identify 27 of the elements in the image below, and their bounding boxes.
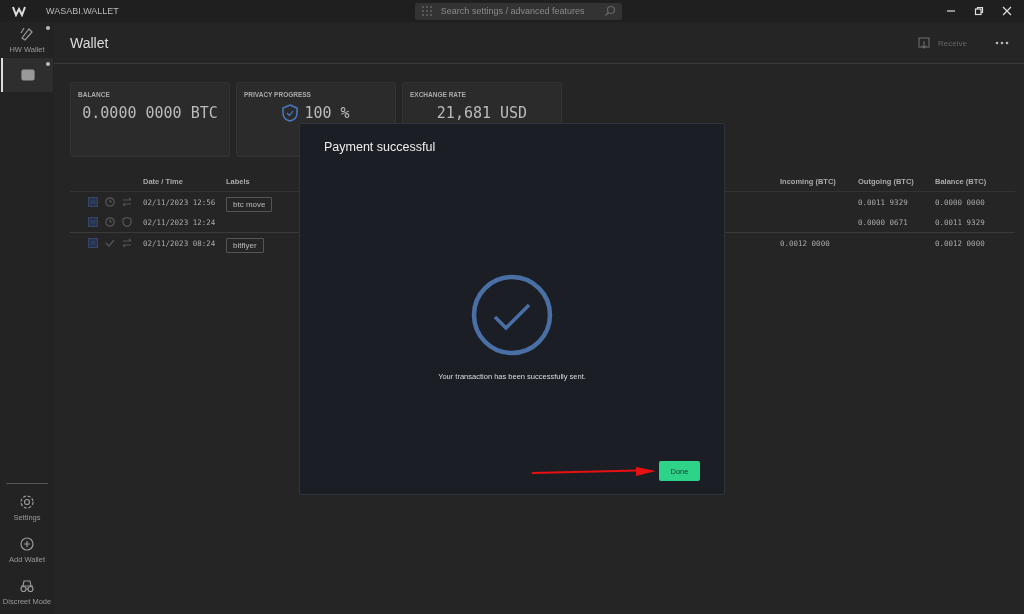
- label-tag: bitflyer: [226, 238, 264, 253]
- add-icon: [18, 534, 36, 553]
- close-icon[interactable]: [1002, 6, 1012, 16]
- note-icon: [88, 217, 98, 227]
- label-tag: btc move: [226, 197, 273, 212]
- card-value: 100 %: [304, 104, 350, 122]
- card-value: 0.0000 0000 BTC: [82, 104, 218, 122]
- success-check-icon: [471, 274, 553, 356]
- wallet-icon: [19, 66, 37, 84]
- restore-icon[interactable]: [974, 6, 984, 16]
- sidebar-item[interactable]: [1, 58, 53, 92]
- logo-icon: [12, 5, 26, 17]
- note-icon: [88, 197, 98, 207]
- arrow-icon: [532, 467, 656, 477]
- dialog-title: Payment successful: [324, 140, 437, 154]
- status-dot: [46, 62, 50, 66]
- shield-icon: [282, 104, 299, 122]
- note-icon: [88, 238, 98, 248]
- page-title: Wallet: [70, 35, 109, 51]
- search-field[interactable]: Search settings / advanced features: [414, 2, 622, 20]
- card-value: 21,681 USD: [436, 104, 528, 122]
- status-dot: [46, 26, 50, 30]
- more-icon[interactable]: [995, 41, 1009, 45]
- grid-icon: [420, 5, 433, 17]
- app-name: WASABI.WALLET: [46, 6, 119, 16]
- download-icon: [918, 37, 931, 49]
- search-icon: [603, 5, 616, 17]
